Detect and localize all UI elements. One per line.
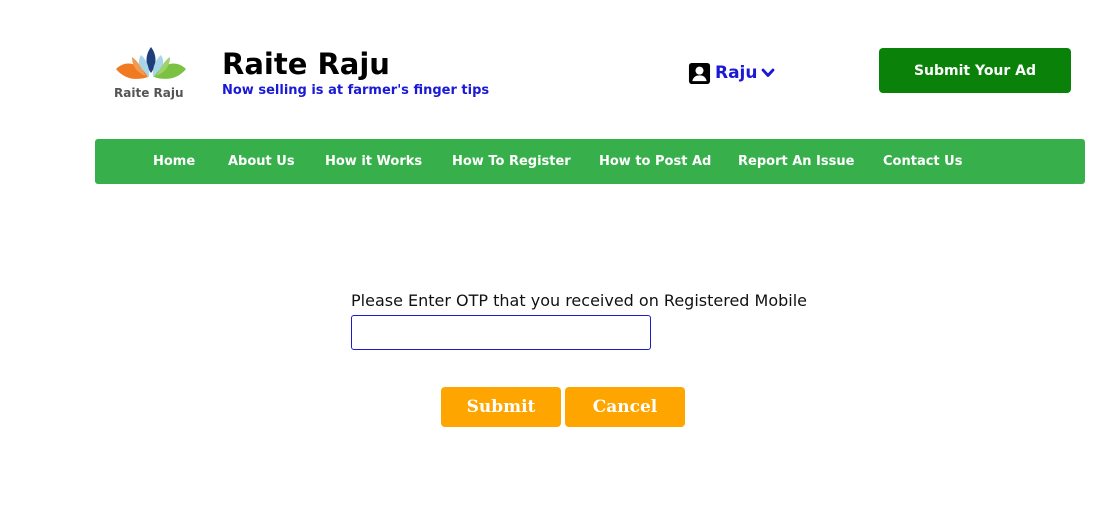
user-menu[interactable]: Raju bbox=[688, 61, 775, 85]
otp-label: Please Enter OTP that you received on Re… bbox=[351, 291, 808, 310]
submit-button[interactable]: Submit bbox=[441, 387, 561, 427]
nav-item-report-an-issue[interactable]: Report An Issue bbox=[738, 139, 854, 184]
nav-item-how-to-post-ad[interactable]: How to Post Ad bbox=[599, 139, 711, 184]
user-name: Raju bbox=[715, 63, 758, 83]
nav-item-contact-us[interactable]: Contact Us bbox=[883, 139, 962, 184]
nav-item-about-us[interactable]: About Us bbox=[228, 139, 295, 184]
page: Raite Raju Raite Raju Now selling is at … bbox=[0, 0, 1106, 523]
submit-your-ad-button[interactable]: Submit Your Ad bbox=[879, 48, 1071, 93]
cancel-button[interactable]: Cancel bbox=[565, 387, 685, 427]
otp-input[interactable] bbox=[351, 315, 651, 350]
lotus-logo-icon bbox=[116, 47, 186, 79]
user-account-icon bbox=[688, 62, 711, 84]
logo-text: Raite Raju bbox=[114, 86, 184, 100]
chevron-down-icon bbox=[761, 68, 774, 77]
site-logo[interactable]: Raite Raju bbox=[112, 43, 190, 103]
site-tagline: Now selling is at farmer's finger tips bbox=[222, 83, 490, 98]
nav-item-how-it-works[interactable]: How it Works bbox=[325, 139, 422, 184]
site-title: Raite Raju bbox=[222, 47, 390, 81]
main-nav: Home About Us How it Works How To Regist… bbox=[95, 139, 1085, 184]
nav-item-how-to-register[interactable]: How To Register bbox=[452, 139, 571, 184]
nav-item-home[interactable]: Home bbox=[153, 139, 195, 184]
